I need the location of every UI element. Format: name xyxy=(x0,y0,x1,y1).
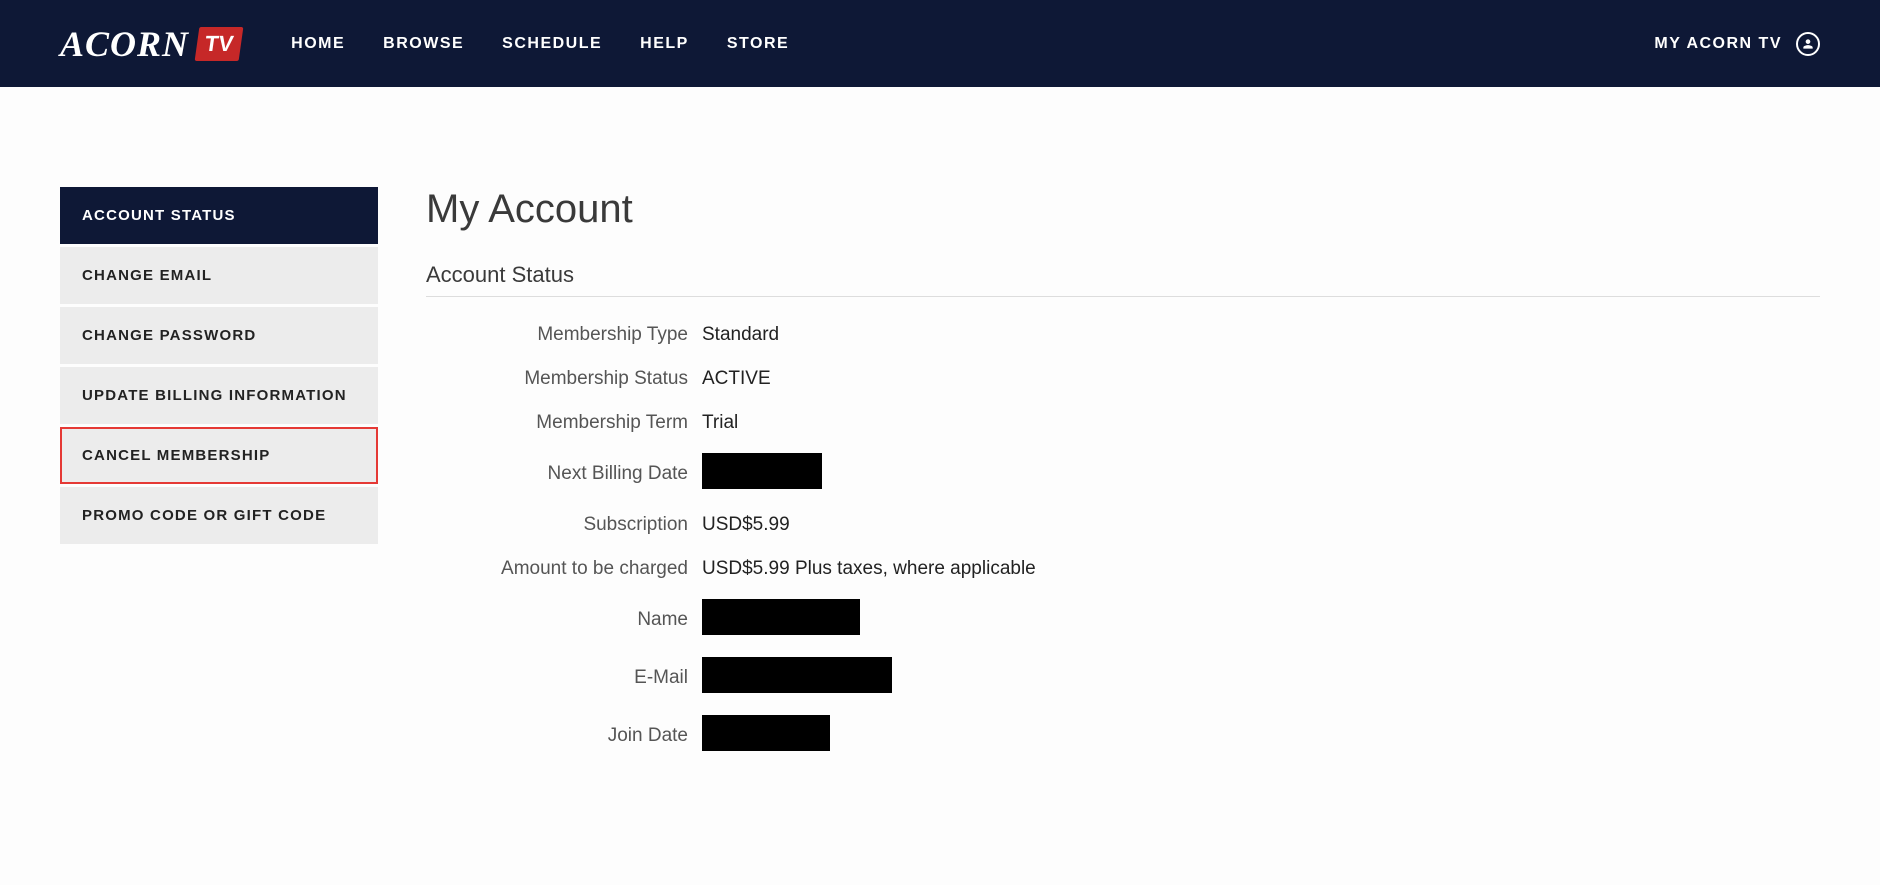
my-account-link[interactable]: MY ACORN TV xyxy=(1654,35,1782,53)
nav-browse[interactable]: BROWSE xyxy=(383,35,464,53)
logo-tv-badge: TV xyxy=(195,27,244,61)
sidebar-item-label: UPDATE BILLING INFORMATION xyxy=(82,387,347,404)
redacted-block xyxy=(702,657,892,693)
field-membership-term: Membership Term Trial xyxy=(426,409,1820,437)
sidebar: ACCOUNT STATUS CHANGE EMAIL CHANGE PASSW… xyxy=(60,187,378,773)
header: ACORN TV HOME BROWSE SCHEDULE HELP STORE… xyxy=(0,0,1880,87)
nav-help[interactable]: HELP xyxy=(640,35,689,53)
container: ACCOUNT STATUS CHANGE EMAIL CHANGE PASSW… xyxy=(0,87,1880,813)
logo-text: ACORN xyxy=(60,23,189,65)
content: My Account Account Status Membership Typ… xyxy=(426,187,1820,773)
redacted-block xyxy=(702,599,860,635)
field-value: ACTIVE xyxy=(702,368,771,390)
sidebar-item-change-password[interactable]: CHANGE PASSWORD xyxy=(60,307,378,364)
sidebar-item-label: PROMO CODE OR GIFT CODE xyxy=(82,507,326,524)
page-title: My Account xyxy=(426,187,1820,232)
field-label: Amount to be charged xyxy=(426,558,702,580)
redacted-block xyxy=(702,715,830,751)
field-amount-charged: Amount to be charged USD$5.99 Plus taxes… xyxy=(426,555,1820,583)
field-label: Name xyxy=(426,609,702,631)
field-label: Join Date xyxy=(426,725,702,747)
sidebar-item-label: CHANGE EMAIL xyxy=(82,267,212,284)
field-value: Standard xyxy=(702,324,779,346)
field-label: Subscription xyxy=(426,514,702,536)
field-label: Next Billing Date xyxy=(426,463,702,485)
section-title: Account Status xyxy=(426,262,1820,297)
logo[interactable]: ACORN TV xyxy=(60,23,241,65)
field-value: Trial xyxy=(702,412,738,434)
sidebar-item-label: ACCOUNT STATUS xyxy=(82,207,236,224)
header-right: MY ACORN TV xyxy=(1654,32,1820,56)
field-join-date: Join Date xyxy=(426,715,1820,757)
field-membership-status: Membership Status ACTIVE xyxy=(426,365,1820,393)
redacted-block xyxy=(702,453,822,489)
field-label: Membership Type xyxy=(426,324,702,346)
header-left: ACORN TV HOME BROWSE SCHEDULE HELP STORE xyxy=(60,23,789,65)
sidebar-item-label: CANCEL MEMBERSHIP xyxy=(82,447,270,464)
nav-home[interactable]: HOME xyxy=(291,35,345,53)
nav-store[interactable]: STORE xyxy=(727,35,789,53)
field-value: USD$5.99 Plus taxes, where applicable xyxy=(702,558,1036,580)
field-value-redacted xyxy=(702,657,892,699)
field-next-billing-date: Next Billing Date xyxy=(426,453,1820,495)
user-icon[interactable] xyxy=(1796,32,1820,56)
field-email: E-Mail xyxy=(426,657,1820,699)
field-name: Name xyxy=(426,599,1820,641)
field-value-redacted xyxy=(702,715,830,757)
sidebar-item-label: CHANGE PASSWORD xyxy=(82,327,256,344)
field-label: E-Mail xyxy=(426,667,702,689)
sidebar-item-change-email[interactable]: CHANGE EMAIL xyxy=(60,247,378,304)
field-subscription: Subscription USD$5.99 xyxy=(426,511,1820,539)
nav-schedule[interactable]: SCHEDULE xyxy=(502,35,602,53)
field-value-redacted xyxy=(702,453,822,495)
field-membership-type: Membership Type Standard xyxy=(426,321,1820,349)
sidebar-item-account-status[interactable]: ACCOUNT STATUS xyxy=(60,187,378,244)
sidebar-item-promo-code[interactable]: PROMO CODE OR GIFT CODE xyxy=(60,487,378,544)
sidebar-item-update-billing[interactable]: UPDATE BILLING INFORMATION xyxy=(60,367,378,424)
field-label: Membership Term xyxy=(426,412,702,434)
main-nav: HOME BROWSE SCHEDULE HELP STORE xyxy=(291,35,789,53)
sidebar-item-cancel-membership[interactable]: CANCEL MEMBERSHIP xyxy=(60,427,378,484)
field-value: USD$5.99 xyxy=(702,514,790,536)
field-label: Membership Status xyxy=(426,368,702,390)
field-value-redacted xyxy=(702,599,860,641)
